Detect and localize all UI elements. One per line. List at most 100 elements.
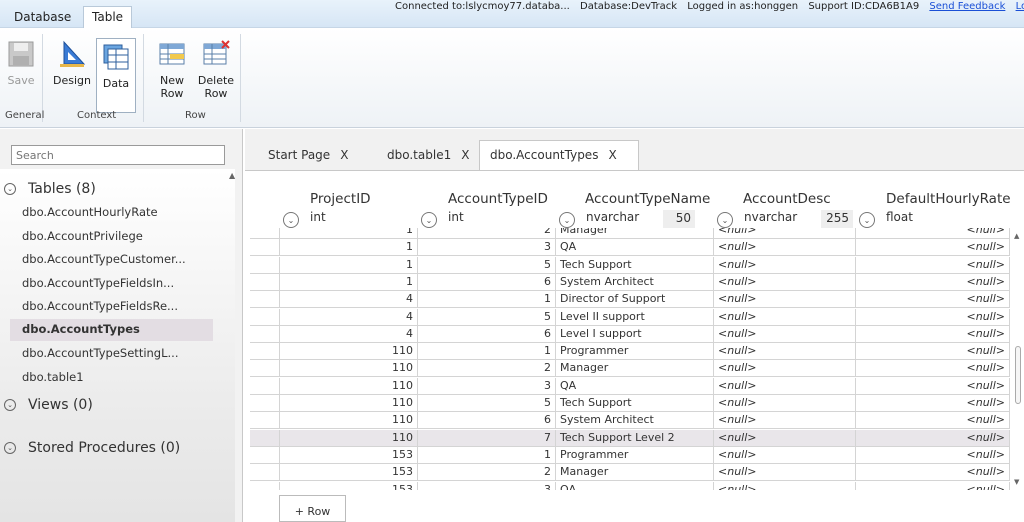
- cell-defaulthourlyrate[interactable]: <null>: [856, 377, 1010, 395]
- cell-projectid[interactable]: 1: [280, 256, 418, 274]
- row-selector[interactable]: [250, 291, 280, 309]
- cell-accountdesc[interactable]: <null>: [714, 481, 856, 490]
- menu-tab-database[interactable]: Database: [6, 8, 79, 28]
- cell-accountdesc[interactable]: <null>: [714, 412, 856, 430]
- cell-accountdesc[interactable]: <null>: [714, 325, 856, 343]
- sidebar-item-table[interactable]: dbo.AccountTypeFieldsIn...: [10, 273, 213, 295]
- column-header-accountdesc[interactable]: AccountDesc ⌄ nvarchar 255: [714, 191, 856, 231]
- save-button[interactable]: Save: [4, 36, 38, 102]
- cell-projectid[interactable]: 4: [280, 308, 418, 326]
- cell-defaulthourlyrate[interactable]: <null>: [856, 239, 1010, 257]
- new-row-button[interactable]: New Row: [155, 36, 189, 102]
- cell-projectid[interactable]: 153: [280, 481, 418, 490]
- design-button[interactable]: Design: [53, 36, 91, 102]
- cell-projectid[interactable]: 153: [280, 446, 418, 464]
- close-icon[interactable]: X: [461, 148, 469, 162]
- search-input[interactable]: [11, 145, 225, 165]
- cell-accounttypeid[interactable]: 2: [418, 464, 556, 482]
- cell-accounttypename[interactable]: Programmer: [556, 446, 714, 464]
- cell-projectid[interactable]: 153: [280, 464, 418, 482]
- table-row[interactable]: 153 1 Programmer <null> <null>: [250, 446, 1010, 464]
- table-row[interactable]: 153 2 Manager <null> <null>: [250, 464, 1010, 482]
- cell-defaulthourlyrate[interactable]: <null>: [856, 325, 1010, 343]
- table-row[interactable]: 1 2 Manager <null> <null>: [250, 228, 1010, 239]
- row-selector[interactable]: [250, 256, 280, 274]
- column-menu-icon[interactable]: ⌄: [283, 212, 299, 228]
- table-row[interactable]: 110 6 System Architect <null> <null>: [250, 412, 1010, 430]
- cell-projectid[interactable]: 110: [280, 412, 418, 430]
- cell-projectid[interactable]: 4: [280, 325, 418, 343]
- add-row-button[interactable]: + Row: [279, 495, 346, 522]
- cell-accounttypename[interactable]: System Architect: [556, 273, 714, 291]
- row-selector[interactable]: [250, 273, 280, 291]
- sidebar-item-table[interactable]: dbo.AccountPrivilege: [10, 226, 213, 248]
- column-menu-icon[interactable]: ⌄: [717, 212, 733, 228]
- collapse-icon[interactable]: ⌄: [4, 399, 16, 411]
- table-row[interactable]: 110 5 Tech Support <null> <null>: [250, 395, 1010, 412]
- row-selector[interactable]: [250, 377, 280, 395]
- cell-accountdesc[interactable]: <null>: [714, 239, 856, 257]
- cell-accounttypename[interactable]: Programmer: [556, 343, 714, 361]
- cell-defaulthourlyrate[interactable]: <null>: [856, 446, 1010, 464]
- row-selector[interactable]: [250, 395, 280, 412]
- cell-accounttypename[interactable]: Manager: [556, 228, 714, 239]
- cell-accounttypename[interactable]: Tech Support Level 2: [556, 429, 714, 447]
- cell-accounttypeid[interactable]: 5: [418, 395, 556, 412]
- cell-accounttypeid[interactable]: 1: [418, 446, 556, 464]
- table-row[interactable]: 4 6 Level I support <null> <null>: [250, 325, 1010, 343]
- cell-accountdesc[interactable]: <null>: [714, 256, 856, 274]
- cell-accounttypeid[interactable]: 6: [418, 325, 556, 343]
- column-length[interactable]: 50: [663, 210, 695, 228]
- cell-accounttypename[interactable]: Level I support: [556, 325, 714, 343]
- row-selector[interactable]: [250, 412, 280, 430]
- cell-projectid[interactable]: 110: [280, 360, 418, 378]
- sidebar-item-table[interactable]: dbo.AccountTypeFieldsRe...: [10, 296, 213, 318]
- cell-accountdesc[interactable]: <null>: [714, 446, 856, 464]
- table-row[interactable]: 1 3 QA <null> <null>: [250, 239, 1010, 257]
- tab-start-page[interactable]: Start Page X: [258, 141, 358, 169]
- tab-table1[interactable]: dbo.table1 X: [377, 141, 479, 169]
- row-selector[interactable]: [250, 464, 280, 482]
- table-row[interactable]: 110 1 Programmer <null> <null>: [250, 343, 1010, 361]
- cell-accounttypename[interactable]: Tech Support: [556, 256, 714, 274]
- collapse-icon[interactable]: ⌄: [4, 442, 16, 454]
- cell-defaulthourlyrate[interactable]: <null>: [856, 228, 1010, 239]
- table-row[interactable]: 153 3 QA <null> <null>: [250, 481, 1010, 490]
- logout-link[interactable]: Logout: [1016, 1, 1024, 12]
- cell-accountdesc[interactable]: <null>: [714, 464, 856, 482]
- cell-defaulthourlyrate[interactable]: <null>: [856, 360, 1010, 378]
- cell-accounttypename[interactable]: QA: [556, 239, 714, 257]
- cell-accounttypeid[interactable]: 3: [418, 377, 556, 395]
- cell-defaulthourlyrate[interactable]: <null>: [856, 256, 1010, 274]
- cell-accounttypename[interactable]: QA: [556, 377, 714, 395]
- cell-accountdesc[interactable]: <null>: [714, 429, 856, 447]
- views-header[interactable]: ⌄ Views (0): [4, 397, 93, 413]
- scroll-thumb[interactable]: [1015, 346, 1021, 404]
- row-selector[interactable]: [250, 360, 280, 378]
- column-menu-icon[interactable]: ⌄: [559, 212, 575, 228]
- row-selector[interactable]: [250, 325, 280, 343]
- cell-accounttypeid[interactable]: 1: [418, 291, 556, 309]
- cell-defaulthourlyrate[interactable]: <null>: [856, 429, 1010, 447]
- row-selector[interactable]: [250, 239, 280, 257]
- cell-accounttypeid[interactable]: 5: [418, 308, 556, 326]
- table-row[interactable]: 1 6 System Architect <null> <null>: [250, 273, 1010, 291]
- cell-accountdesc[interactable]: <null>: [714, 360, 856, 378]
- cell-projectid[interactable]: 1: [280, 273, 418, 291]
- row-selector[interactable]: [250, 343, 280, 361]
- cell-defaulthourlyrate[interactable]: <null>: [856, 481, 1010, 490]
- column-header-projectid[interactable]: ProjectID ⌄ int: [280, 191, 418, 231]
- cell-accounttypename[interactable]: QA: [556, 481, 714, 490]
- column-length[interactable]: 255: [821, 210, 853, 228]
- cell-accountdesc[interactable]: <null>: [714, 308, 856, 326]
- row-selector[interactable]: [250, 481, 280, 490]
- collapse-icon[interactable]: ⌄: [4, 183, 16, 195]
- menu-tab-table[interactable]: Table: [83, 6, 133, 28]
- scroll-up-icon[interactable]: ▲: [229, 171, 235, 180]
- table-row[interactable]: 4 5 Level II support <null> <null>: [250, 308, 1010, 326]
- scroll-up-icon[interactable]: ▲: [1014, 232, 1019, 240]
- column-menu-icon[interactable]: ⌄: [421, 212, 437, 228]
- cell-projectid[interactable]: 110: [280, 343, 418, 361]
- cell-accounttypename[interactable]: Manager: [556, 360, 714, 378]
- cell-defaulthourlyrate[interactable]: <null>: [856, 291, 1010, 309]
